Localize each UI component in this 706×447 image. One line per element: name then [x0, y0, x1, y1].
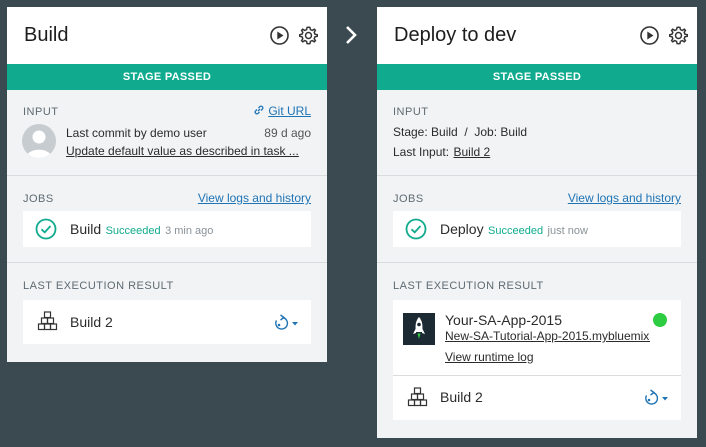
app-running-indicator	[653, 313, 667, 327]
section-label: INPUT	[393, 106, 429, 118]
git-url-label: Git URL	[268, 104, 311, 118]
artifact-name: Build 2	[70, 314, 113, 330]
job-status: Succeeded	[488, 225, 544, 237]
view-logs-link[interactable]: View logs and history	[198, 191, 311, 205]
stage-title: Build	[24, 24, 69, 46]
gear-icon[interactable]	[668, 25, 689, 46]
commit-age: 89 d ago	[264, 126, 311, 140]
last-input-label: Last Input:	[393, 145, 450, 159]
section-label: JOBS	[23, 193, 54, 205]
redeploy-dropdown-icon[interactable]	[272, 314, 300, 331]
job-item[interactable]: Build Succeeded 3 min ago	[23, 211, 311, 247]
build-blocks-icon	[407, 387, 428, 407]
jobs-section: JOBS View logs and history Build Succeed…	[7, 176, 327, 263]
artifact-name: Build 2	[440, 389, 483, 405]
stage-status-bar: STAGE PASSED	[377, 64, 697, 90]
app-url-link[interactable]: New-SA-Tutorial-App-2015.mybluemix.net	[445, 329, 650, 343]
section-label: INPUT	[23, 106, 59, 118]
job-time: just now	[547, 225, 588, 237]
last-input-link[interactable]: Build 2	[454, 145, 491, 159]
chevron-right-icon	[346, 26, 357, 44]
stage-card-build: Build STAGE PASSED INPUT Git URL Last co…	[7, 7, 327, 362]
input-section: INPUT Git URL Last commit by demo user 8…	[7, 90, 327, 176]
last-execution-section: LAST EXECUTION RESULT Your-SA-App-2015 N…	[377, 263, 697, 438]
stage-header: Deploy to dev	[377, 7, 697, 64]
job-item[interactable]: Deploy Succeeded just now	[393, 211, 681, 247]
job-name: Deploy	[440, 221, 484, 237]
input-section: INPUT Stage: Build / Job: Build Last Inp…	[377, 90, 697, 176]
stage-card-deploy: Deploy to dev STAGE PASSED INPUT Stage: …	[377, 7, 697, 438]
check-circle-icon	[35, 218, 57, 240]
commit-message-link[interactable]: Update default value as described in tas…	[66, 144, 309, 158]
jobs-section: JOBS View logs and history Deploy Succee…	[377, 176, 697, 263]
input-stage-job: Stage: Build / Job: Build	[393, 125, 528, 139]
job-info: Deploy Succeeded just now	[440, 221, 588, 239]
view-logs-link[interactable]: View logs and history	[568, 191, 681, 205]
link-icon	[254, 105, 264, 115]
last-execution-section: LAST EXECUTION RESULT Build 2	[7, 263, 327, 362]
play-icon[interactable]	[639, 25, 660, 46]
git-url-link[interactable]: Git URL	[253, 104, 311, 118]
build-blocks-icon	[37, 311, 58, 331]
stage-status-bar: STAGE PASSED	[7, 64, 327, 90]
artifact-row[interactable]: Build 2	[393, 376, 681, 420]
section-label: LAST EXECUTION RESULT	[23, 280, 174, 292]
last-input-row: Last Input: Build 2	[393, 143, 490, 161]
commit-text: Last commit by demo user	[66, 126, 207, 140]
app-rocket-icon	[403, 313, 435, 345]
stage-title: Deploy to dev	[394, 24, 517, 46]
stage-header: Build	[7, 7, 327, 64]
redeploy-dropdown-icon[interactable]	[642, 389, 670, 406]
job-info: Build Succeeded 3 min ago	[70, 221, 213, 239]
section-label: JOBS	[393, 193, 424, 205]
job-name: Build	[70, 221, 102, 237]
job-time: 3 min ago	[165, 225, 214, 237]
section-label: LAST EXECUTION RESULT	[393, 280, 544, 292]
check-circle-icon	[405, 218, 427, 240]
runtime-log-link[interactable]: View runtime log	[445, 350, 534, 364]
job-status: Succeeded	[105, 225, 161, 237]
artifact-row[interactable]: Build 2	[23, 300, 311, 344]
avatar	[22, 124, 56, 158]
app-result-card: Your-SA-App-2015 New-SA-Tutorial-App-201…	[393, 300, 681, 420]
gear-icon[interactable]	[298, 25, 319, 46]
app-name: Your-SA-App-2015	[445, 312, 563, 328]
user-icon	[26, 130, 52, 158]
play-icon[interactable]	[269, 25, 290, 46]
